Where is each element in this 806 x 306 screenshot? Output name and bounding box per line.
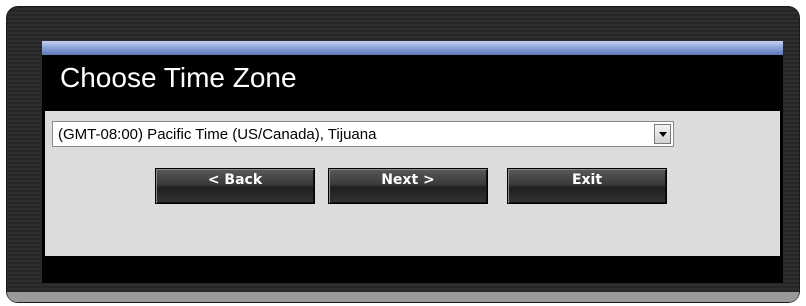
exit-button[interactable]: Exit xyxy=(507,168,667,204)
page-title: Choose Time Zone xyxy=(60,62,297,93)
back-button[interactable]: < Back xyxy=(155,168,315,204)
dialog-header-bar xyxy=(42,41,783,55)
dialog-content: (GMT-08:00) Pacific Time (US/Canada), Ti… xyxy=(45,111,780,256)
time-zone-selected-value: (GMT-08:00) Pacific Time (US/Canada), Ti… xyxy=(58,126,377,143)
next-button[interactable]: Next > xyxy=(328,168,488,204)
chevron-down-icon[interactable] xyxy=(654,124,671,144)
time-zone-select[interactable]: (GMT-08:00) Pacific Time (US/Canada), Ti… xyxy=(52,121,674,147)
time-zone-dialog: Choose Time Zone (GMT-08:00) Pacific Tim… xyxy=(42,41,783,283)
